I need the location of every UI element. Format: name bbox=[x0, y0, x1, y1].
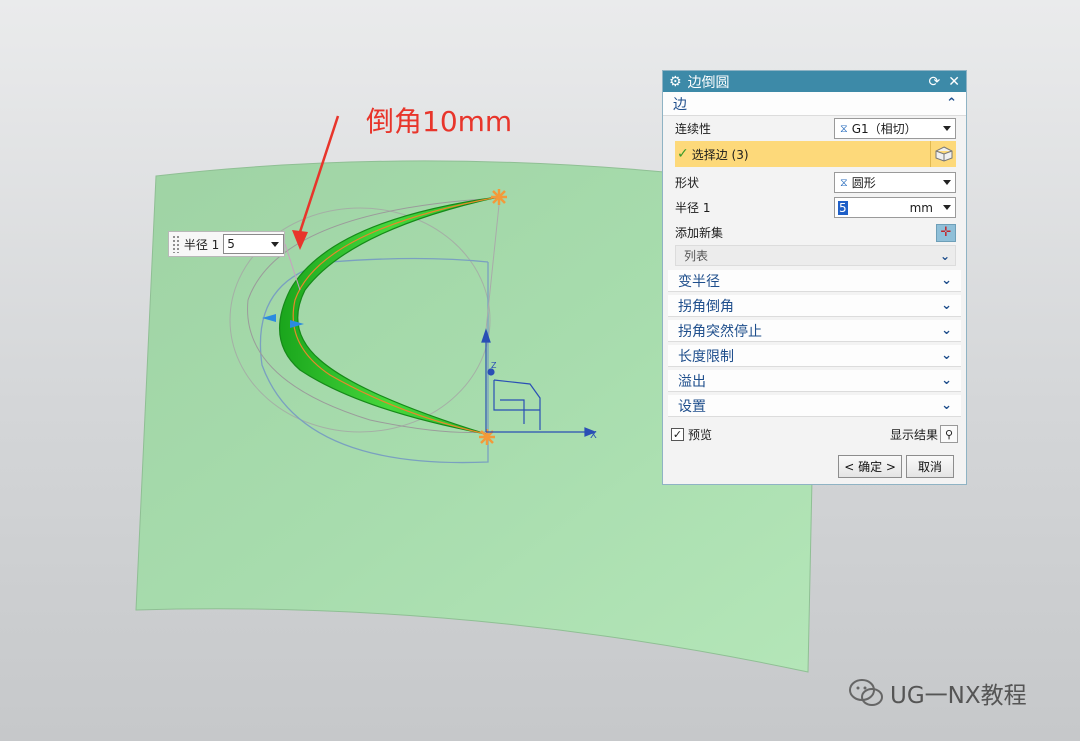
shape-value: 圆形 bbox=[851, 176, 876, 190]
dialog-title: 边倒圆 bbox=[687, 74, 730, 91]
section-corner-setback[interactable]: 拐角倒角 ⌄ bbox=[668, 295, 961, 317]
checkmark-icon: ✓ bbox=[677, 146, 689, 162]
grip-handle-icon[interactable] bbox=[172, 235, 180, 253]
select-edge-row[interactable]: ✓ 选择边 (3) bbox=[675, 141, 956, 167]
chevron-down-icon[interactable]: ⌄ bbox=[941, 373, 952, 388]
chevron-down-icon[interactable]: ⌄ bbox=[940, 249, 950, 263]
section-length-limit[interactable]: 长度限制 ⌄ bbox=[668, 345, 961, 367]
radius-popup-value: 5 bbox=[227, 237, 235, 251]
radius-label: 半径 1 bbox=[675, 201, 711, 215]
chevron-down-icon[interactable] bbox=[943, 180, 951, 185]
add-new-set-label: 添加新集 bbox=[675, 226, 724, 240]
chevron-down-icon[interactable]: ⌄ bbox=[941, 323, 952, 338]
chevron-down-icon[interactable]: ⌄ bbox=[941, 398, 952, 413]
chevron-down-icon[interactable]: ⌄ bbox=[941, 298, 952, 313]
reset-icon[interactable]: ⟳ bbox=[929, 74, 941, 90]
gear-icon: ⚙ bbox=[669, 73, 682, 90]
section-overflow[interactable]: 溢出 ⌄ bbox=[668, 370, 961, 392]
shape-row: 形状 ⧖ 圆形 bbox=[663, 170, 966, 195]
continuity-label: 连续性 bbox=[675, 122, 712, 136]
radius-input[interactable]: 5 mm bbox=[834, 197, 956, 218]
preview-label: 预览 bbox=[688, 427, 713, 442]
chevron-down-icon[interactable]: ⌄ bbox=[941, 348, 952, 363]
chevron-down-icon[interactable] bbox=[943, 205, 951, 210]
list-toggle[interactable]: 列表 ⌄ bbox=[675, 245, 956, 266]
cancel-button[interactable]: 取消 bbox=[906, 455, 954, 478]
add-new-set-row: 添加新集 ✛ bbox=[663, 220, 966, 245]
ok-button[interactable]: < 确定 > bbox=[838, 455, 902, 478]
axis-label-x: X bbox=[590, 430, 597, 441]
radius-unit: mm bbox=[909, 200, 933, 215]
radius-popup-field[interactable]: 5 bbox=[223, 234, 284, 254]
section-edge-header[interactable]: 边 ⌃ bbox=[663, 92, 966, 116]
section-variable-radius[interactable]: 变半径 ⌄ bbox=[668, 270, 961, 292]
shape-label: 形状 bbox=[675, 176, 700, 190]
watermark-text: UG一NX教程 bbox=[890, 683, 1027, 709]
section-edge-title: 边 bbox=[673, 96, 687, 113]
annotation-text: 倒角10mm bbox=[366, 105, 513, 138]
section-title: 变半径 bbox=[678, 273, 720, 290]
section-title: 拐角突然停止 bbox=[678, 323, 762, 340]
edge-blend-dialog: ⚙ 边倒圆 ⟳ ✕ 边 ⌃ 连续性 ⧖ G1（相切） ✓ 选择边 (3) 形状 … bbox=[662, 70, 967, 485]
section-title: 溢出 bbox=[678, 373, 706, 390]
section-title: 拐角倒角 bbox=[678, 298, 734, 315]
section-title: 长度限制 bbox=[678, 348, 734, 365]
preview-checkbox[interactable]: ✓ bbox=[671, 427, 684, 441]
magnifier-icon[interactable]: ⚲ bbox=[940, 425, 958, 443]
radius-onscreen-input[interactable]: 半径 1 5 bbox=[168, 231, 285, 257]
chevron-down-icon[interactable] bbox=[271, 242, 279, 247]
end-marker-top bbox=[491, 189, 507, 205]
radius-value: 5 bbox=[838, 200, 848, 215]
show-result[interactable]: 显示结果 ⚲ bbox=[890, 425, 958, 443]
chevron-down-icon[interactable]: ⌄ bbox=[941, 273, 952, 288]
section-stop-short-of-corner[interactable]: 拐角突然停止 ⌄ bbox=[668, 320, 961, 342]
preview-row: ✓ 预览 显示结果 ⚲ bbox=[663, 421, 966, 447]
continuity-icon: ⧖ bbox=[840, 121, 848, 135]
dialog-buttons: < 确定 > 取消 bbox=[663, 455, 966, 478]
continuity-dropdown[interactable]: ⧖ G1（相切） bbox=[834, 118, 956, 139]
select-edge-label: 选择边 (3) bbox=[691, 147, 749, 162]
watermark: UG一NX教程 bbox=[848, 676, 1027, 710]
chevron-down-icon[interactable] bbox=[943, 126, 951, 131]
shape-icon: ⧖ bbox=[840, 175, 848, 189]
section-settings[interactable]: 设置 ⌄ bbox=[668, 395, 961, 417]
axis-label-z: Z bbox=[491, 361, 497, 370]
wechat-icon bbox=[849, 679, 883, 706]
shape-dropdown[interactable]: ⧖ 圆形 bbox=[834, 172, 956, 193]
chevron-up-icon[interactable]: ⌃ bbox=[946, 96, 957, 111]
add-new-set-icon[interactable]: ✛ bbox=[936, 223, 956, 242]
list-label: 列表 bbox=[684, 249, 709, 263]
dialog-titlebar[interactable]: ⚙ 边倒圆 ⟳ ✕ bbox=[663, 71, 966, 92]
radius-popup-label: 半径 1 bbox=[183, 237, 220, 252]
close-icon[interactable]: ✕ bbox=[948, 74, 960, 90]
section-title: 设置 bbox=[678, 398, 706, 415]
continuity-value: G1（相切） bbox=[851, 122, 917, 136]
continuity-row: 连续性 ⧖ G1（相切） bbox=[663, 116, 966, 141]
radius-row: 半径 1 5 mm bbox=[663, 195, 966, 220]
cube-select-icon[interactable] bbox=[930, 141, 956, 167]
show-result-label: 显示结果 bbox=[889, 427, 938, 442]
